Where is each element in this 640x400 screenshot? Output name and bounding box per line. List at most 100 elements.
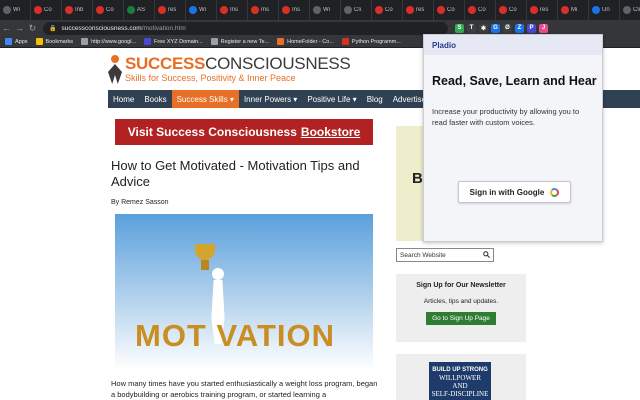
nav-item[interactable]: Positive Life ▾	[302, 90, 361, 108]
tab-title: Cli	[633, 7, 640, 13]
bookmark-item[interactable]: HomeFolder - Co...	[277, 38, 334, 45]
tab-favicon-icon	[127, 6, 135, 14]
url-path: /motivation.htm	[141, 24, 186, 32]
tab-favicon-icon	[189, 6, 197, 14]
browser-tab[interactable]: Cli	[620, 0, 640, 20]
newsletter-title: Sign Up for Our Newsletter	[416, 282, 506, 289]
browser-tab[interactable]: res	[155, 0, 186, 20]
tab-title: Wi	[13, 7, 20, 13]
popup-description: Increase your productivity by allowing y…	[432, 107, 580, 127]
browser-tab[interactable]: Wi	[310, 0, 341, 20]
tab-title: ms	[261, 7, 269, 13]
address-bar[interactable]: 🔒 successconsciousness.com/motivation.ht…	[43, 21, 448, 35]
bookmark-label: Free XYZ Domain...	[154, 38, 203, 45]
tab-title: Co	[509, 7, 517, 13]
bookmark-item[interactable]: Python Programm...	[341, 38, 401, 45]
extension-icon[interactable]: Z	[515, 23, 524, 33]
bookstore-banner[interactable]: Visit Success Consciousness Bookstore	[115, 119, 373, 145]
tab-favicon-icon	[158, 6, 166, 14]
nav-item[interactable]: Books	[139, 90, 171, 108]
tab-favicon-icon	[313, 6, 321, 14]
extension-icon[interactable]: P	[527, 23, 536, 33]
url-host: successconsciousness.com	[61, 24, 142, 32]
nav-item[interactable]: Home	[108, 90, 139, 108]
tab-favicon-icon	[251, 6, 259, 14]
bookmark-icon	[144, 38, 152, 45]
trophy-stem	[201, 260, 209, 270]
tab-favicon-icon	[499, 6, 507, 14]
tab-title: Co	[385, 7, 393, 13]
tab-title: Cli	[354, 7, 361, 13]
article-byline: By Remez Sasson	[111, 199, 169, 206]
nav-item[interactable]: Success Skills ▾	[171, 90, 239, 108]
extension-icon[interactable]: S	[455, 23, 464, 33]
article-title: How to Get Motivated - Motivation Tips a…	[111, 158, 360, 189]
tab-favicon-icon	[468, 6, 476, 14]
back-icon[interactable]: ←	[0, 23, 13, 33]
tab-title: Co	[478, 7, 486, 13]
popup-title: Read, Save, Learn and Hear	[432, 74, 597, 88]
browser-tab[interactable]: Co	[31, 0, 62, 20]
bookmark-icon	[81, 38, 89, 45]
motivation-hero-image: MOTIVATION	[115, 214, 373, 370]
browser-tab[interactable]: Co	[93, 0, 124, 20]
nav-item[interactable]: Inner Powers ▾	[239, 90, 302, 108]
bookmark-label: HomeFolder - Co...	[287, 38, 334, 45]
site-logo[interactable]: SUCCESSCONSCIOUSNESS Skills for Success,…	[108, 55, 351, 85]
browser-tab[interactable]: Co	[372, 0, 403, 20]
tab-title: Ins	[292, 7, 301, 13]
browser-tab[interactable]: Co	[465, 0, 496, 20]
search-input[interactable]: Search Website	[396, 248, 494, 262]
tab-title: Co	[106, 7, 114, 13]
google-signin-button[interactable]: Sign in with Google	[458, 181, 571, 203]
bookmark-icon	[277, 38, 285, 45]
tab-strip: Wi Co Inb Co AS res Wi Ins ms Ins Wi Cli Co res Co Co Co…	[0, 0, 640, 20]
bookmark-item[interactable]: Bookmarks	[35, 38, 73, 45]
bookmark-item[interactable]: Free XYZ Domain...	[144, 38, 203, 45]
tab-favicon-icon	[437, 6, 445, 14]
extension-icon[interactable]: Ø	[503, 23, 512, 33]
browser-tab[interactable]: res	[403, 0, 434, 20]
tab-title: Inb	[75, 7, 84, 13]
willpower-book-cover[interactable]: BUILD UP STRONG WILLPOWER AND SELF-DISCI…	[429, 362, 491, 400]
extension-icon[interactable]: J	[539, 23, 548, 33]
site-tagline: Skills for Success, Positivity & Inner P…	[125, 73, 296, 83]
browser-tab[interactable]: Mi	[558, 0, 589, 20]
browser-tab[interactable]: ms	[248, 0, 279, 20]
tab-favicon-icon	[96, 6, 104, 14]
tab-title: Mi	[571, 7, 578, 13]
browser-tab[interactable]: Un	[589, 0, 620, 20]
extension-icon[interactable]: ✱	[479, 23, 488, 33]
browser-tab[interactable]: Co	[496, 0, 527, 20]
extension-icon[interactable]: G	[491, 23, 500, 33]
forward-icon[interactable]: →	[13, 23, 26, 33]
signup-button[interactable]: Go to Sign Up Page	[426, 312, 496, 325]
browser-tab[interactable]: Ins	[279, 0, 310, 20]
newsletter-box: Sign Up for Our Newsletter Articles, tip…	[396, 274, 526, 342]
tab-favicon-icon	[406, 6, 414, 14]
bookmark-item[interactable]: Apps	[5, 38, 28, 45]
bookmark-label: http://www.googl...	[91, 38, 137, 45]
search-placeholder: Search Website	[400, 251, 446, 259]
google-icon	[550, 187, 560, 197]
trophy-icon	[195, 244, 215, 260]
extension-icon[interactable]: T	[467, 23, 476, 33]
browser-tab[interactable]: Inb	[62, 0, 93, 20]
tab-title: Co	[44, 7, 52, 13]
browser-tab[interactable]: res	[527, 0, 558, 20]
bookstore-link[interactable]: Bookstore	[301, 125, 360, 139]
search-icon[interactable]	[483, 250, 491, 260]
reload-icon[interactable]: ↻	[26, 23, 39, 34]
browser-tab[interactable]: Wi	[0, 0, 31, 20]
bookmark-item[interactable]: http://www.googl...	[81, 38, 136, 45]
browser-tab[interactable]: AS	[124, 0, 155, 20]
browser-tab[interactable]: Cli	[341, 0, 372, 20]
tab-title: res	[540, 7, 549, 13]
browser-tab[interactable]: Co	[434, 0, 465, 20]
browser-tab[interactable]: Ins	[217, 0, 248, 20]
tab-title: Un	[602, 7, 610, 13]
nav-item[interactable]: Blog	[362, 90, 388, 108]
bookmark-item[interactable]: Register a new Te...	[210, 38, 269, 45]
tab-favicon-icon	[3, 6, 11, 14]
browser-tab[interactable]: Wi	[186, 0, 217, 20]
